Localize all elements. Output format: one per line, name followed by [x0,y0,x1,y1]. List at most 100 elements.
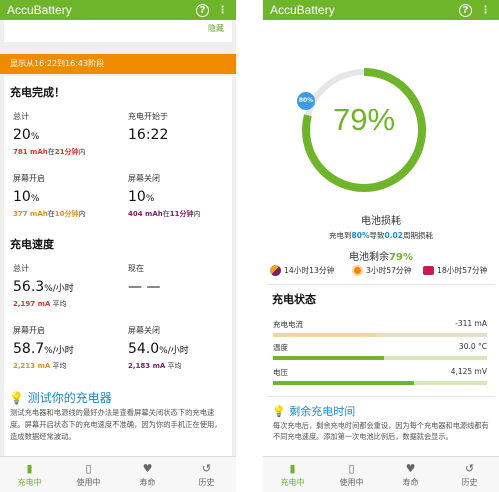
tile-value: 20% [13,127,40,143]
temperature-track [273,356,487,360]
lightbulb-icon: 💡 [272,405,286,418]
nav-charging[interactable]: ▮ 充电中 [263,457,322,492]
tile-value: 10% [128,189,155,205]
tile-value: 54.0%/小时 [128,341,189,357]
battery-wear-title: 电池损耗 [361,216,401,227]
top-card: 隐藏 [4,20,232,42]
temperature-row: 温度 30.0 °C [273,339,489,363]
current-track [273,333,487,337]
speed-off-tile: 屏幕关闭 54.0%/小时 2,183 mA 平均 [119,319,229,377]
help-icon[interactable]: ? [459,3,472,17]
voltage-row: 电压 4,125 mV [273,364,489,388]
battery-remaining: 电池剩余79% [349,252,413,263]
battery-wear-detail: 充电到80%导致0.02周期损耗 [329,231,433,240]
tile-value: 58.7%/小时 [13,341,74,357]
target-marker[interactable]: 80% [297,92,315,110]
bottom-navigation: ▮ 充电中 ▯ 使用中 ♥ 寿命 ↺ 历史 [0,456,236,492]
nav-health[interactable]: ♥ 寿命 [381,457,440,492]
tile-label: 屏幕关闭 [128,326,160,335]
tile-value: 56.3%/小时 [13,279,74,295]
temperature-fill [273,356,385,360]
screen-on-icon [352,265,363,276]
battery-percent: 79% [332,102,396,137]
speed-title: 充电速度 [10,238,54,251]
current-row: 充电电流 -311 mA [273,316,489,340]
divider [267,284,495,285]
history-icon: ↺ [464,461,475,475]
voltage-fill [273,381,415,385]
tile-label: 现在 [128,264,144,273]
tile-sub: 2,183 mA 平均 [128,362,182,370]
speed-now-tile: 现在 — — [119,257,229,315]
charge-summary-card [4,76,232,253]
current-fill [273,333,376,337]
charger-test-text: 测试充电器和电源线的最好办法是查看屏幕关闭状态下的充电速度。屏幕开启状态下的充电… [10,408,222,441]
nav-history[interactable]: ↺ 历史 [177,457,236,492]
tile-label: 屏幕开启 [13,174,45,183]
total-tile: 总计 20% 781 mAh在21分钟内 [4,105,114,163]
battery-charging-icon: ▮ [289,461,296,475]
tile-sub: 404 mAh在11分钟内 [128,210,201,218]
eta-screen-on: 3小时57分钟 [352,265,411,276]
app-title: AccuBattery [270,3,335,17]
nav-health[interactable]: ♥ 寿命 [118,457,177,492]
nav-history[interactable]: ↺ 历史 [440,457,499,492]
tile-value: — — [128,279,161,295]
dual-screenshot: AccuBattery ? ⋮ 隐藏 显示从16:22到16:43阶段 充电完成… [0,0,499,492]
battery-icon: ▯ [348,461,355,475]
tile-sub: 2,197 mA 平均 [13,300,67,308]
temperature-value: 30.0 °C [458,342,487,351]
battery-icon: ▯ [85,461,92,475]
eta-mixed: 14小时13分钟 [270,265,334,276]
more-options-icon[interactable]: ⋮ [216,4,229,17]
tile-label: 充电开始于 [128,112,168,121]
tile-sub: 781 mAh在21分钟内 [13,148,86,156]
eta-sleep: 18小时57分钟 [423,265,487,276]
temperature-label: 温度 [273,343,288,352]
speed-on-tile: 屏幕开启 58.7%/小时 2,213 mA 平均 [4,319,114,377]
mixed-usage-icon [270,265,281,276]
tile-label: 总计 [13,112,29,121]
tile-value: 16:22 [128,127,169,143]
voltage-value: 4,125 mV [450,367,487,376]
sleep-icon [423,266,434,275]
heart-icon: ♥ [405,461,416,475]
current-value: -311 mA [455,319,487,328]
tile-label: 屏幕开启 [13,326,45,335]
history-icon: ↺ [201,461,212,475]
hide-link[interactable]: 隐藏 [4,20,232,37]
battery-charging-icon: ▮ [26,461,33,475]
app-title: AccuBattery [7,3,72,17]
charge-done-title: 充电完成！ [10,86,65,99]
session-banner: 显示从16:22到16:43阶段 [0,54,236,74]
app-toolbar: AccuBattery ? ⋮ [0,0,236,20]
tile-value: 10% [13,189,40,205]
divider [267,396,495,397]
tile-label: 总计 [13,264,29,273]
charger-test-title: 💡 测试你的充电器 [9,391,112,405]
left-screen: AccuBattery ? ⋮ 隐藏 显示从16:22到16:43阶段 充电完成… [0,0,236,492]
battery-ring: 79% [294,60,434,200]
remaining-time-text: 每次充电后，剩余充电时间都会重设，因为每个充电器和电源线都有不同充电速度。添加第… [273,421,489,441]
lightbulb-icon: 💡 [9,391,24,405]
screen-off-tile: 屏幕关闭 10% 404 mAh在11分钟内 [119,167,229,225]
charge-status-title: 充电状态 [272,293,316,306]
remaining-time-title: 💡 剩余充电时间 [272,405,356,418]
help-icon[interactable]: ? [196,3,209,17]
nav-charging[interactable]: ▮ 充电中 [0,457,59,492]
current-label: 充电电流 [273,320,303,329]
tile-label: 屏幕关闭 [128,174,160,183]
voltage-label: 电压 [273,368,288,377]
screen-on-tile: 屏幕开启 10% 377 mAh在10分钟内 [4,167,114,225]
voltage-track [273,381,487,385]
more-options-icon[interactable]: ⋮ [479,4,492,17]
tile-sub: 2,213 mA 平均 [13,362,67,370]
speed-total-tile: 总计 56.3%/小时 2,197 mA 平均 [4,257,114,315]
nav-discharging[interactable]: ▯ 使用中 [322,457,381,492]
start-time-tile: 充电开始于 16:22 [119,105,229,163]
app-toolbar: AccuBattery ? ⋮ [263,0,499,20]
right-screen: AccuBattery ? ⋮ 79% 80% 电池损耗 充电到80%导致0.0… [263,0,499,492]
nav-discharging[interactable]: ▯ 使用中 [59,457,118,492]
bottom-navigation: ▮ 充电中 ▯ 使用中 ♥ 寿命 ↺ 历史 [263,456,499,492]
tile-sub: 377 mAh在10分钟内 [13,210,86,218]
